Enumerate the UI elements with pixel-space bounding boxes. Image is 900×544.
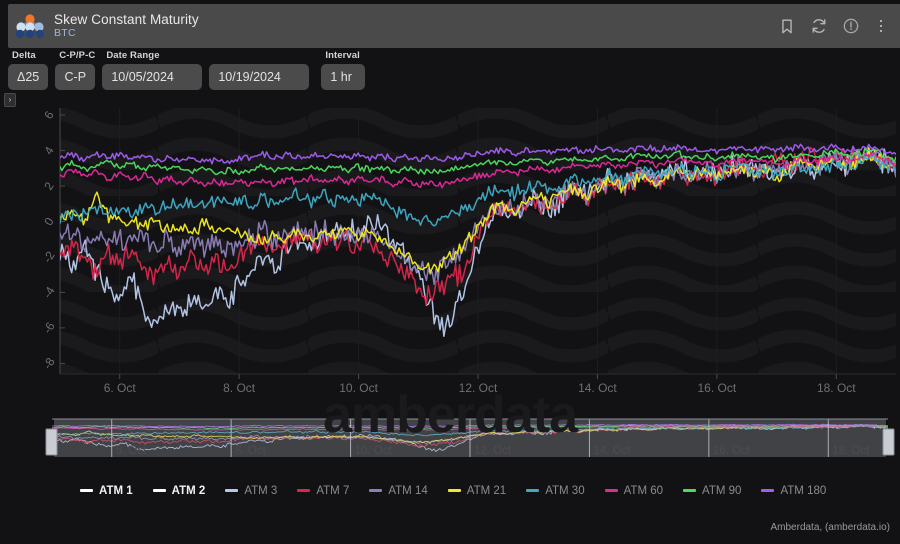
x-axis-tick-label: 10. Oct [339, 381, 378, 395]
legend-item[interactable]: ATM 14 [369, 482, 428, 499]
legend-item[interactable]: ATM 7 [297, 482, 349, 499]
legend-swatch [683, 489, 697, 492]
y-axis-tick-label: -8 [40, 355, 58, 372]
page-title: Skew Constant Maturity [54, 12, 199, 28]
filters-toolbar: Delta Δ25 C-P/P-C C-P Date Range 10/05/2… [8, 50, 900, 94]
y-axis-tick-label: 6 [41, 108, 57, 121]
cp-select[interactable]: C-P [55, 64, 96, 90]
navigator-tick-label: 8. Oct [235, 445, 266, 457]
navigator-left-handle[interactable] [45, 428, 58, 456]
info-icon[interactable] [842, 17, 860, 35]
attribution-text: Amberdata, (amberdata.io) [770, 522, 890, 533]
date-range-start-control: Date Range 10/05/2024 [102, 50, 203, 90]
legend-swatch [526, 489, 540, 492]
navigator-range-selector[interactable]: 6. Oct 8. Oct 10. Oct 12. Oct 14. Oct 16. Oct… [8, 405, 900, 477]
date-range-end-control: 10/19/2024 [209, 50, 310, 90]
legend-item[interactable]: ATM 180 [761, 482, 826, 499]
amberdata-molecule-logo [8, 4, 52, 48]
legend-item[interactable]: ATM 2 [152, 482, 206, 499]
date-range-end-input[interactable]: 10/19/2024 [209, 64, 310, 90]
legend-label: ATM 21 [466, 484, 507, 497]
legend-label: ATM 7 [316, 484, 350, 497]
panel-titlebar: Skew Constant Maturity BTC [8, 4, 900, 48]
dashboard-panel: Skew Constant Maturity BTC Delta Δ25 C-P… [0, 0, 900, 544]
legend-item[interactable]: ATM 21 [447, 482, 507, 499]
legend-swatch [604, 489, 618, 492]
legend-swatch [447, 489, 461, 492]
legend-item[interactable]: ATM 60 [604, 482, 664, 499]
y-axis-tick-label: 0 [41, 215, 57, 228]
date-range-label: Date Range [106, 50, 160, 61]
delta-control: Delta Δ25 [8, 50, 49, 90]
legend-item[interactable]: ATM 3 [225, 482, 277, 499]
x-axis-tick-label: 16. Oct [698, 381, 737, 395]
legend-label: ATM 3 [244, 484, 278, 497]
y-axis-tick-label: 4 [41, 144, 57, 157]
navigator-tick-label: 18. Oct [832, 445, 870, 457]
legend-label: ATM 90 [702, 484, 742, 497]
legend-swatch [761, 489, 775, 492]
legend-label: ATM 2 [171, 484, 206, 497]
skew-line-chart[interactable]: 6 4 2 0 -2 -4 -6 -8 6. Oct 8. Oct 10. Oct 12. Oct 14… [8, 100, 900, 400]
sidebar-expand-chevron-icon[interactable]: › [4, 93, 16, 107]
x-axis-tick-label: 8. Oct [223, 381, 256, 395]
delta-label: Delta [12, 50, 36, 61]
y-axis-tick-label: -4 [40, 284, 58, 301]
legend-swatch [80, 489, 93, 492]
x-axis-tick-label: 14. Oct [578, 381, 617, 395]
legend-label: ATM 30 [545, 484, 585, 497]
legend-label: ATM 14 [388, 484, 428, 497]
chart-plot-area[interactable]: 6 4 2 0 -2 -4 -6 -8 6. Oct 8. Oct 10. Oct 12. Oct 14… [8, 100, 900, 400]
legend-swatch [152, 489, 166, 492]
legend-label: ATM 180 [780, 484, 827, 497]
legend-item[interactable]: ATM 1 [80, 482, 133, 499]
date-range-end-label-spacer [213, 50, 309, 61]
navigator-right-handle[interactable] [882, 428, 895, 456]
navigator-tick-label: 16. Oct [713, 445, 751, 457]
x-axis-tick-label: 6. Oct [104, 381, 137, 395]
interval-label: Interval [325, 50, 360, 61]
cp-label: C-P/P-C [59, 50, 96, 61]
bookmark-icon[interactable] [778, 17, 796, 35]
x-axis-tick-label: 18. Oct [817, 381, 856, 395]
titlebar-actions [778, 17, 900, 35]
page-subtitle: BTC [54, 27, 76, 40]
legend-swatch [369, 489, 383, 492]
x-axis-tick-label: 12. Oct [459, 381, 498, 395]
navigator-tick-label: 14. Oct [593, 445, 631, 457]
legend-swatch [225, 489, 239, 492]
chart-navigator[interactable]: 6. Oct 8. Oct 10. Oct 12. Oct 14. Oct 16. Oct… [8, 405, 900, 477]
legend-item[interactable]: ATM 30 [526, 482, 585, 499]
interval-select[interactable]: 1 hr [321, 64, 366, 90]
date-range-start-input[interactable]: 10/05/2024 [102, 64, 203, 90]
legend-label: ATM 60 [623, 484, 664, 497]
navigator-tick-label: 6. Oct [116, 445, 147, 457]
navigator-tick-label: 12. Oct [474, 445, 512, 457]
y-axis-tick-label: -2 [40, 248, 58, 265]
legend-swatch [297, 489, 311, 492]
navigator-tick-label: 10. Oct [355, 445, 393, 457]
y-axis-tick-label: 2 [41, 179, 57, 192]
panel-title-block: Skew Constant Maturity BTC [54, 12, 778, 40]
legend-label: ATM 1 [99, 484, 133, 497]
delta-select[interactable]: Δ25 [8, 64, 49, 90]
cp-control: C-P/P-C C-P [55, 50, 96, 90]
kebab-menu-icon[interactable] [874, 18, 888, 35]
y-axis-tick-label: -6 [40, 319, 58, 336]
refresh-icon[interactable] [810, 17, 828, 35]
interval-control: Interval 1 hr [321, 50, 366, 90]
chart-legend: ATM 1 ATM 2 ATM 3 ATM 7 ATM 14 ATM 21 ATM 30 AT… [8, 482, 900, 499]
legend-item[interactable]: ATM 90 [683, 482, 741, 499]
